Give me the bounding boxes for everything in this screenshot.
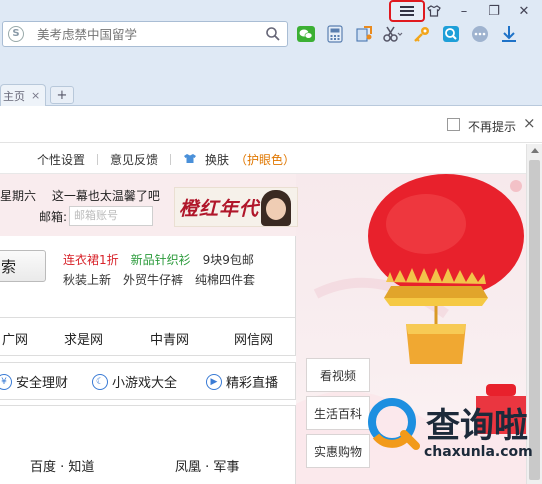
site-link[interactable]: 求是网 <box>64 329 103 348</box>
scissors-icon[interactable] <box>383 24 403 44</box>
window-controls: – ❐ ✕ <box>422 0 536 22</box>
personal-settings-link[interactable]: 个性设置 <box>37 151 85 168</box>
feedback-link[interactable]: 意见反馈 <box>110 151 158 168</box>
address-bar[interactable]: S <box>2 21 288 47</box>
divider <box>170 154 172 165</box>
ad-face <box>266 198 286 220</box>
notification-bar: 不再提示 × <box>0 107 542 143</box>
close-window-button[interactable]: ✕ <box>512 1 536 21</box>
tab-close-icon[interactable]: × <box>31 89 40 102</box>
dont-remind-checkbox[interactable] <box>447 118 460 131</box>
side-tab-life[interactable]: 生活百科 <box>306 396 370 430</box>
divider <box>97 154 99 165</box>
mail-login: 邮箱: 邮箱账号 <box>39 206 154 226</box>
watermark-logo-icon <box>368 398 420 450</box>
menu-button[interactable] <box>389 0 425 22</box>
scroll-up-arrow-icon[interactable] <box>531 148 539 153</box>
quick-link-label: 小游戏大全 <box>112 376 178 391</box>
date-greeting: 星期六 这一幕也太温馨了吧 <box>0 187 172 204</box>
news-box: 百度 · 知道 凤凰 · 军事 <box>0 405 296 484</box>
quick-link-label: 安全理财 <box>16 376 69 391</box>
notification-close-icon[interactable]: × <box>523 114 536 132</box>
watermark-subtitle: chaxunla.com <box>424 444 533 460</box>
tab-label: 主页 <box>3 89 25 103</box>
promo-links: 连衣裙1折 新品针织衫 9块9包邮 秋装上新 外贸牛仔裤 纯棉四件套 <box>63 250 255 290</box>
magnifier-icon[interactable] <box>441 24 461 44</box>
top-nav: 个性设置 意见反馈 换肤 （护眼色） <box>37 151 295 168</box>
screenshot-icon[interactable] <box>354 24 374 44</box>
finance-icon: ¥ <box>0 373 12 390</box>
calculator-icon[interactable] <box>325 24 345 44</box>
hamburger-icon <box>400 6 414 16</box>
ad-banner[interactable]: 橙红年代 <box>174 187 298 227</box>
download-icon[interactable] <box>499 24 519 44</box>
maximize-button[interactable]: ❐ <box>482 1 506 21</box>
watermark: 查询啦 chaxunla.com <box>366 396 534 466</box>
search-engine-icon[interactable]: S <box>8 26 24 42</box>
ad-title: 橙红年代 <box>179 198 260 220</box>
site-link[interactable]: 中青网 <box>150 329 189 348</box>
watermark-title: 查询啦 <box>426 406 528 446</box>
dont-remind-label[interactable]: 不再提示 <box>468 118 516 135</box>
greeting-link[interactable]: 这一幕也太温馨了吧 <box>52 189 160 203</box>
search-button[interactable]: 索 <box>0 250 46 282</box>
site-links-row: 广网 求是网 中青网 网信网 <box>0 318 296 356</box>
browser-toolbar <box>296 22 519 46</box>
minimize-button[interactable]: – <box>452 1 476 21</box>
quick-link-games[interactable]: ☾ 小游戏大全 <box>92 372 177 391</box>
browser-chrome: – ❐ ✕ S 美考虑禁中国留学 主页 × + <box>0 0 542 106</box>
promo-link[interactable]: 9块9包邮 <box>203 250 254 270</box>
promo-row: 连衣裙1折 新品针织衫 9块9包邮 <box>63 250 255 270</box>
wechat-icon[interactable] <box>296 24 316 44</box>
quick-link-live[interactable]: ▶ 精彩直播 <box>206 372 278 391</box>
more-icon[interactable] <box>470 24 490 44</box>
site-link[interactable]: 网信网 <box>234 329 273 348</box>
side-tab-video[interactable]: 看视频 <box>306 358 370 392</box>
key-icon[interactable] <box>412 24 432 44</box>
quick-link-label: 精彩直播 <box>226 376 279 391</box>
side-tab-shopping[interactable]: 实惠购物 <box>306 434 370 468</box>
quick-links-row: ¥ 安全理财 ☾ 小游戏大全 ▶ 精彩直播 <box>0 362 296 400</box>
side-tabs: 看视频 生活百科 实惠购物 <box>306 358 370 472</box>
page-top-bar: 个性设置 意见反馈 换肤 （护眼色） <box>0 144 526 174</box>
skin-shirt-icon[interactable] <box>422 1 446 21</box>
promo-link[interactable]: 连衣裙1折 <box>63 250 119 270</box>
skin-link[interactable]: 换肤 <box>205 151 229 168</box>
promo-link[interactable]: 新品针织衫 <box>131 250 191 270</box>
promo-link[interactable]: 纯棉四件套 <box>195 270 255 290</box>
quick-link-finance[interactable]: ¥ 安全理财 <box>0 372 68 391</box>
address-input[interactable] <box>37 25 257 43</box>
skin-shirt-icon[interactable] <box>183 153 197 167</box>
weekday: 星期六 <box>0 189 37 203</box>
mail-account-input[interactable]: 邮箱账号 <box>69 206 154 226</box>
promo-link[interactable]: 外贸牛仔裤 <box>123 270 183 290</box>
promo-row: 秋装上新 外贸牛仔裤 纯棉四件套 <box>63 270 255 290</box>
tab-strip: 主页 × + <box>0 81 74 106</box>
mail-label: 邮箱: <box>39 209 68 224</box>
new-tab-button[interactable]: + <box>50 86 74 104</box>
promo-link[interactable]: 秋装上新 <box>63 270 111 290</box>
moon-game-icon: ☾ <box>92 373 108 390</box>
news-link[interactable]: 凤凰 · 军事 <box>175 456 239 475</box>
eyecare-link[interactable]: （护眼色） <box>235 151 295 168</box>
play-icon: ▶ <box>206 373 222 390</box>
site-link[interactable]: 广网 <box>2 329 28 348</box>
news-link[interactable]: 百度 · 知道 <box>30 456 94 475</box>
tab-home[interactable]: 主页 × <box>0 84 46 106</box>
search-panel: 索 连衣裙1折 新品针织衫 9块9包邮 秋装上新 外贸牛仔裤 纯棉四件套 <box>0 236 296 318</box>
search-icon[interactable] <box>265 26 281 45</box>
